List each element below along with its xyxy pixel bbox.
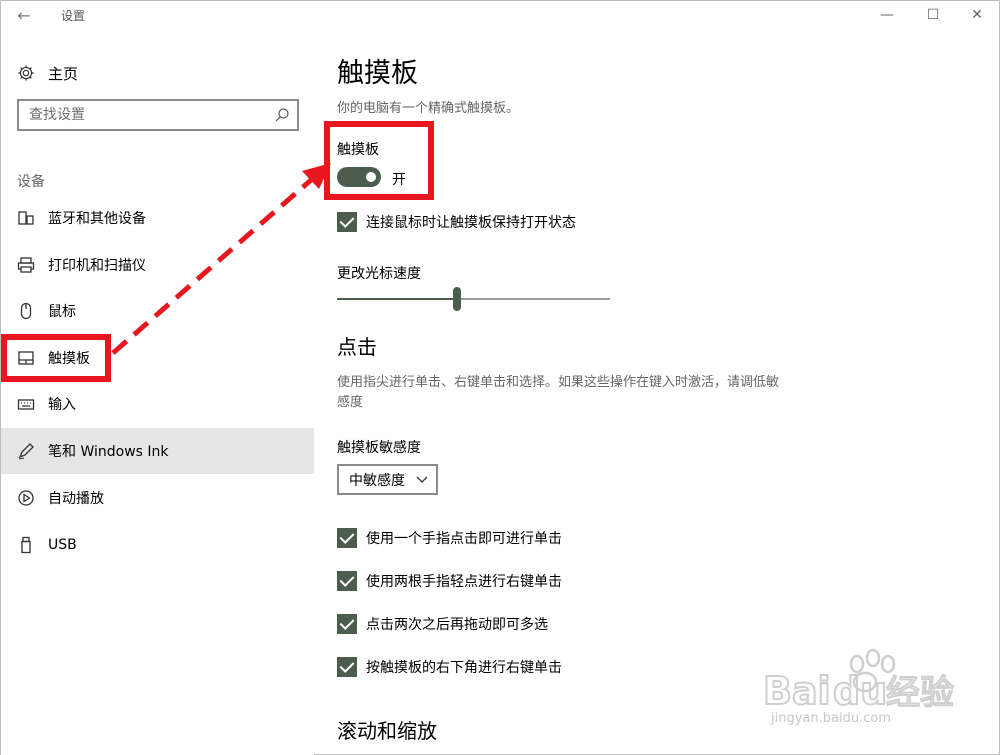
sidebar-item-usb[interactable]: USB bbox=[1, 522, 314, 568]
checkbox-label: 使用一个手指点击即可进行单击 bbox=[366, 531, 562, 547]
title-bar: ← 设置 — ☐ ✕ bbox=[1, 1, 1000, 31]
keep-on-with-mouse-checkbox[interactable]: 连接鼠标时让触摸板保持打开状态 bbox=[337, 211, 576, 233]
slider-thumb[interactable] bbox=[453, 287, 461, 311]
scroll-zoom-heading: 滚动和缩放 bbox=[337, 719, 437, 743]
mouse-icon bbox=[17, 302, 35, 320]
sidebar-item-mouse[interactable]: 鼠标 bbox=[1, 288, 314, 334]
sidebar-item-label: 鼠标 bbox=[48, 304, 76, 320]
checkbox-label: 使用两根手指轻点进行右键单击 bbox=[366, 574, 562, 590]
sensitivity-dropdown[interactable]: 中敏感度 bbox=[337, 464, 438, 495]
window-title: 设置 bbox=[61, 9, 86, 23]
pen-icon bbox=[17, 442, 35, 460]
sidebar-item-label: 打印机和扫描仪 bbox=[48, 258, 146, 274]
checkbox-label: 连接鼠标时让触摸板保持打开状态 bbox=[366, 215, 576, 231]
single-tap-checkbox[interactable]: 使用一个手指点击即可进行单击 bbox=[337, 527, 562, 549]
annotation-box-sidebar bbox=[1, 334, 111, 382]
page-subtitle: 你的电脑有一个精确式触摸板。 bbox=[337, 101, 520, 116]
baidu-watermark-logo: Bai du 经验 bbox=[762, 648, 955, 714]
sidebar-item-typing[interactable]: 输入 bbox=[1, 381, 314, 427]
bluetooth-devices-icon bbox=[17, 209, 35, 227]
two-finger-tap-checkbox[interactable]: 使用两根手指轻点进行右键单击 bbox=[337, 570, 562, 592]
taps-description: 使用指尖进行单击、右键单击和选择。如果这些操作在键入时激活，请调低敏感度 bbox=[337, 375, 780, 410]
autoplay-icon bbox=[17, 489, 35, 507]
sidebar-home-label: 主页 bbox=[48, 64, 79, 83]
sidebar-item-printers[interactable]: 打印机和扫描仪 bbox=[1, 242, 314, 288]
tap-twice-drag-checkbox[interactable]: 点击两次之后再拖动即可多选 bbox=[337, 613, 548, 635]
sidebar-item-pen[interactable]: 笔和 Windows Ink bbox=[1, 428, 314, 474]
checkbox-checked[interactable] bbox=[337, 212, 357, 232]
sidebar: 主页 设备 蓝牙和其他设备 打印机和扫描仪 鼠标 bbox=[1, 31, 314, 755]
usb-icon bbox=[17, 536, 35, 554]
sidebar-item-label: 蓝牙和其他设备 bbox=[48, 211, 146, 227]
sidebar-item-label: 输入 bbox=[48, 397, 76, 413]
close-button[interactable]: ✕ bbox=[957, 3, 997, 27]
svg-text:du: du bbox=[833, 669, 887, 713]
sidebar-item-autoplay[interactable]: 自动播放 bbox=[1, 475, 314, 521]
gear-icon bbox=[18, 65, 34, 81]
sidebar-item-label: 笔和 Windows Ink bbox=[48, 444, 169, 460]
printer-icon bbox=[17, 256, 35, 274]
page-title: 触摸板 bbox=[337, 58, 418, 89]
sidebar-item-bluetooth[interactable]: 蓝牙和其他设备 bbox=[1, 195, 314, 241]
back-button[interactable]: ← bbox=[11, 5, 37, 27]
chevron-down-icon bbox=[416, 476, 428, 483]
checkbox-checked[interactable] bbox=[337, 614, 357, 634]
sensitivity-value: 中敏感度 bbox=[349, 472, 405, 489]
keyboard-icon bbox=[17, 395, 35, 413]
cursor-speed-label: 更改光标速度 bbox=[337, 266, 421, 282]
search-icon[interactable] bbox=[274, 107, 290, 123]
sensitivity-label: 触摸板敏感度 bbox=[337, 440, 421, 456]
corner-right-click-checkbox[interactable]: 按触摸板的右下角进行右键单击 bbox=[337, 656, 562, 678]
sidebar-item-label: USB bbox=[48, 537, 77, 553]
search-input[interactable] bbox=[19, 101, 259, 129]
checkbox-label: 点击两次之后再拖动即可多选 bbox=[366, 617, 548, 633]
taps-heading: 点击 bbox=[337, 335, 377, 359]
search-field[interactable] bbox=[17, 99, 299, 131]
svg-text:经验: 经验 bbox=[886, 673, 954, 713]
sidebar-item-home[interactable]: 主页 bbox=[17, 61, 78, 85]
watermark-domain: jingyan.baidu.com bbox=[771, 711, 891, 726]
maximize-button[interactable]: ☐ bbox=[913, 3, 953, 27]
section-label-devices: 设备 bbox=[17, 174, 45, 190]
sidebar-item-label: 自动播放 bbox=[48, 491, 104, 507]
checkbox-checked[interactable] bbox=[337, 528, 357, 548]
annotation-box-toggle bbox=[324, 121, 434, 200]
checkbox-checked[interactable] bbox=[337, 571, 357, 591]
slider-fill bbox=[337, 298, 457, 300]
checkbox-checked[interactable] bbox=[337, 657, 357, 677]
minimize-button[interactable]: — bbox=[867, 3, 907, 27]
checkbox-label: 按触摸板的右下角进行右键单击 bbox=[366, 660, 562, 676]
cursor-speed-slider[interactable] bbox=[337, 287, 610, 311]
settings-window: ← 设置 — ☐ ✕ 主页 设备 蓝牙和其他设备 bbox=[0, 0, 1000, 755]
svg-text:Bai: Bai bbox=[763, 669, 831, 713]
